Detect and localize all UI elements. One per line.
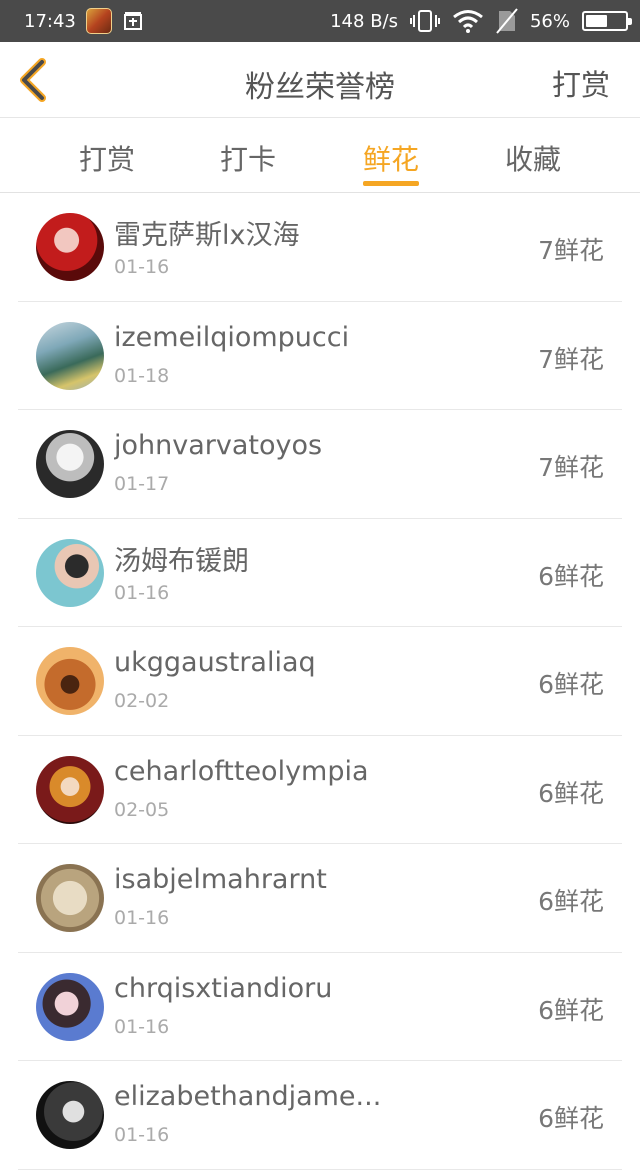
fan-name: 汤姆布锾朗 xyxy=(114,545,249,577)
status-time: 17:43 xyxy=(24,10,76,32)
reward-button[interactable]: 打赏 xyxy=(552,62,610,104)
list-item[interactable]: 汤姆布锾朗 01-16 6鲜花 xyxy=(18,519,622,627)
flower-count: 7鲜花 xyxy=(538,453,604,482)
list-item[interactable]: elizabethandjame... 01-16 6鲜花 xyxy=(18,1061,622,1170)
fan-date: 02-02 xyxy=(114,690,170,712)
avatar xyxy=(36,755,104,824)
fan-date: 01-16 xyxy=(114,581,170,604)
status-right: 148 B/s 56% xyxy=(330,8,632,34)
active-tab-indicator xyxy=(363,181,419,186)
avatar xyxy=(36,647,104,715)
list-item[interactable]: isabjelmahrarnt 01-16 6鲜花 xyxy=(18,844,622,953)
fan-name: ukggaustraliaq xyxy=(114,647,316,678)
flower-count: 6鲜花 xyxy=(538,995,604,1025)
list-item[interactable]: 雷克萨斯lx汉海 01-16 7鲜花 xyxy=(18,193,622,302)
avatar xyxy=(36,972,104,1041)
fan-name: ceharloftteolympia xyxy=(114,755,369,787)
tab-bar: 打赏 打卡 鲜花 收藏 xyxy=(0,118,640,193)
flower-count: 6鲜花 xyxy=(538,561,604,591)
fan-name: elizabethandjame... xyxy=(114,1081,382,1112)
battery-icon xyxy=(582,11,632,31)
network-speed: 148 B/s xyxy=(330,10,398,32)
fan-name: chrqisxtiandioru xyxy=(114,972,333,1004)
list-item[interactable]: johnvarvatoyos 01-17 7鲜花 xyxy=(18,410,622,519)
tab-favorites[interactable]: 收藏 xyxy=(462,138,604,178)
avatar xyxy=(36,213,104,281)
battery-level-fill xyxy=(586,15,608,27)
list-item[interactable]: chrqisxtiandioru 01-16 6鲜花 xyxy=(18,953,622,1061)
game-app-icon xyxy=(85,8,112,34)
avatar xyxy=(36,538,104,607)
page-title: 粉丝荣誉榜 xyxy=(245,70,395,105)
wifi-icon xyxy=(453,10,483,33)
fan-ranking-list: 雷克萨斯lx汉海 01-16 7鲜花 izemeilqiompucci 01-1… xyxy=(18,193,622,1170)
flower-count: 6鲜花 xyxy=(538,778,604,808)
list-item[interactable]: ukggaustraliaq 02-02 6鲜花 xyxy=(18,627,622,736)
fan-date: 02-05 xyxy=(114,798,170,821)
avatar xyxy=(36,1081,104,1149)
flower-count: 6鲜花 xyxy=(538,1104,604,1133)
fan-name: johnvarvatoyos xyxy=(114,430,323,461)
flower-count: 7鲜花 xyxy=(538,344,604,374)
fan-name: isabjelmahrarnt xyxy=(114,864,327,895)
notification-icon xyxy=(123,12,142,30)
fan-date: 01-18 xyxy=(114,364,170,387)
fan-date: 01-16 xyxy=(114,256,170,278)
avatar xyxy=(36,321,104,390)
avatar xyxy=(36,864,104,932)
battery-percent: 56% xyxy=(529,10,570,32)
nav-bar: 粉丝荣誉榜 打赏 xyxy=(0,42,640,118)
flower-count: 6鲜花 xyxy=(538,670,604,699)
flower-count: 7鲜花 xyxy=(538,236,604,265)
no-sim-icon xyxy=(496,8,518,34)
tab-flowers[interactable]: 鲜花 xyxy=(320,138,462,178)
tab-reward[interactable]: 打赏 xyxy=(36,138,178,178)
list-item[interactable]: izemeilqiompucci 01-18 7鲜花 xyxy=(18,302,622,410)
fan-date: 01-16 xyxy=(114,907,170,929)
fan-date: 01-16 xyxy=(114,1015,170,1038)
avatar xyxy=(36,430,104,498)
fan-name: 雷克萨斯lx汉海 xyxy=(114,220,300,251)
list-item[interactable]: ceharloftteolympia 02-05 6鲜花 xyxy=(18,736,622,844)
flower-count: 6鲜花 xyxy=(538,887,604,916)
status-bar: 17:43 148 B/s 56% xyxy=(0,0,640,42)
vibrate-icon xyxy=(409,10,440,32)
fan-name: izemeilqiompucci xyxy=(114,321,350,353)
tab-checkin[interactable]: 打卡 xyxy=(177,138,319,178)
fan-date: 01-17 xyxy=(114,473,170,495)
status-left: 17:43 xyxy=(24,8,144,34)
fan-date: 01-16 xyxy=(114,1124,170,1146)
